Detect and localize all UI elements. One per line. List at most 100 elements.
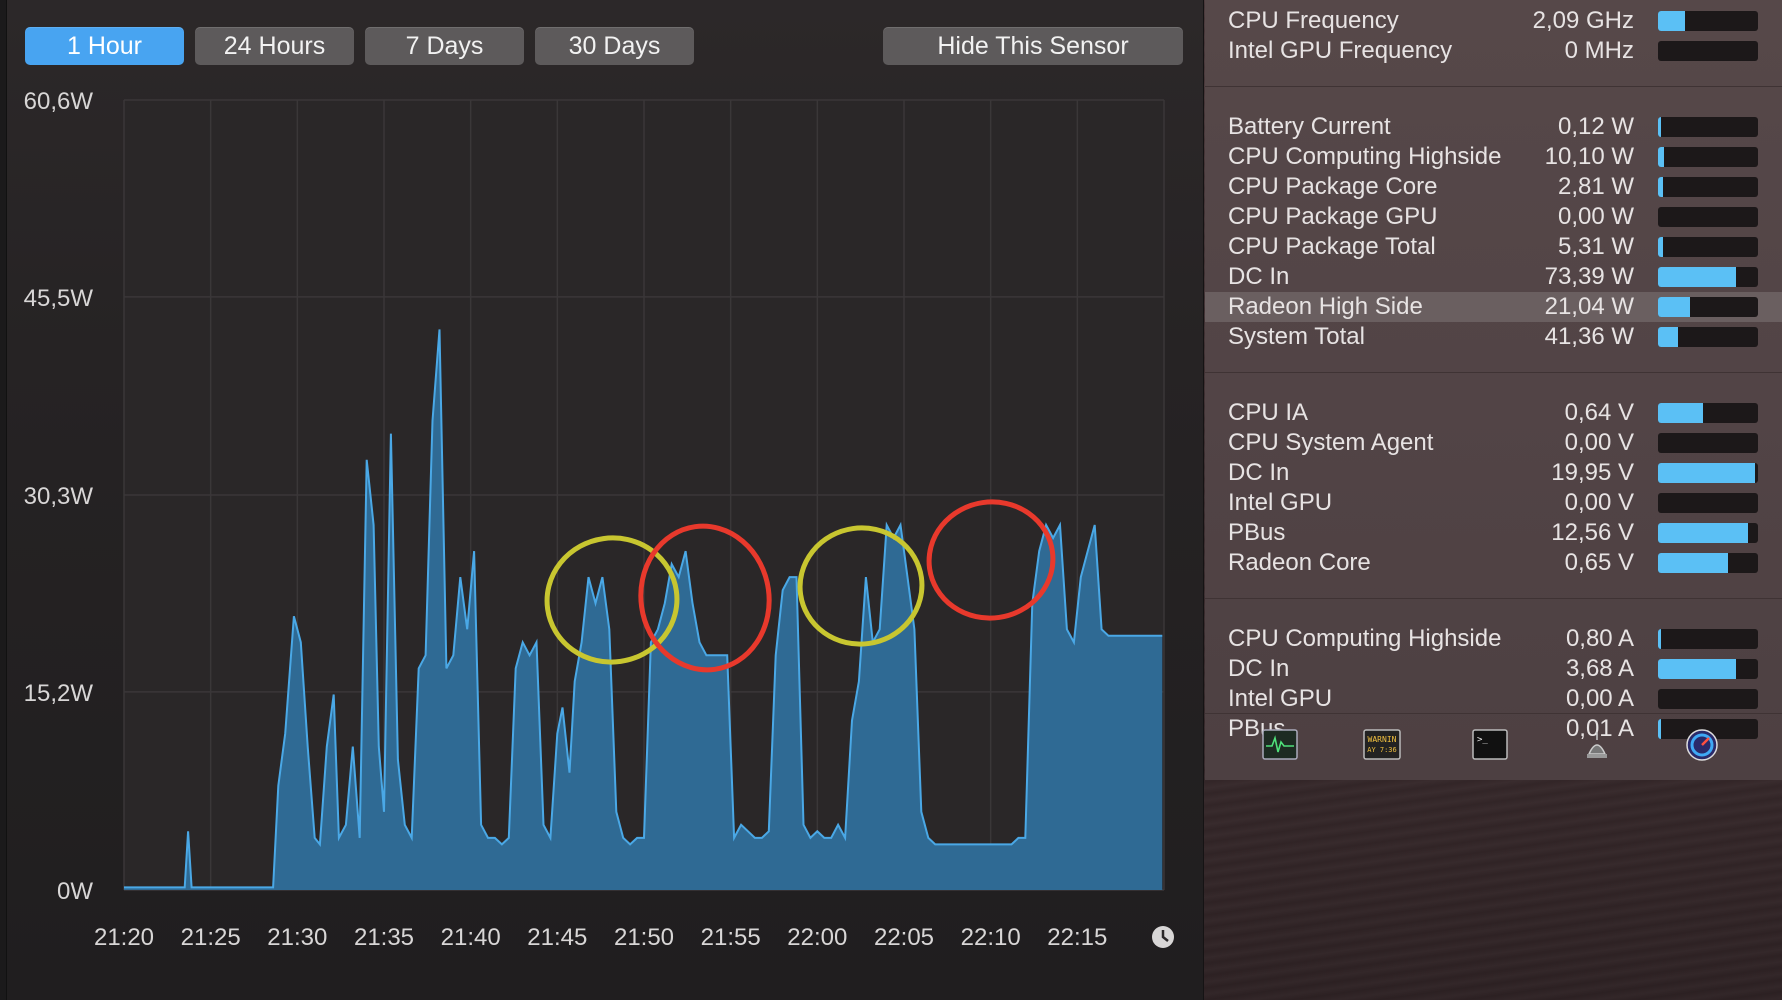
sensor-level-bar	[1658, 403, 1758, 423]
sensor-row-pbus[interactable]: PBus 12,56 V	[1205, 518, 1782, 548]
istat-menus-icon[interactable]	[1684, 728, 1720, 762]
sensor-row-radeon-high-side[interactable]: Radeon High Side 21,04 W	[1205, 292, 1782, 322]
activity-monitor-icon[interactable]	[1262, 728, 1298, 762]
clock-icon[interactable]	[1152, 926, 1174, 948]
x-tick-label: 22:00	[787, 924, 847, 951]
sensor-value: 0,00 W	[1557, 203, 1634, 230]
sensor-level-fill	[1658, 553, 1728, 573]
sensor-row-cpu-package-core[interactable]: CPU Package Core 2,81 W	[1205, 172, 1782, 202]
sensor-level-fill	[1658, 403, 1703, 423]
sensor-label: Intel GPU Frequency	[1228, 37, 1453, 64]
sensor-value: 0,64 V	[1564, 399, 1634, 426]
sensor-value: 0,12 W	[1557, 113, 1634, 140]
sensor-level-bar	[1658, 41, 1758, 61]
sensor-icon[interactable]	[1579, 728, 1615, 762]
sensor-row-battery-current[interactable]: Battery Current 0,12 W	[1205, 112, 1782, 142]
terminal-icon-prompt: >_	[1477, 735, 1488, 745]
console-icon[interactable]: WARNIN AY 7:36	[1363, 728, 1401, 762]
sensor-level-bar	[1658, 297, 1758, 317]
sensor-label: DC In	[1228, 263, 1290, 290]
sensor-value: 12,56 V	[1551, 519, 1634, 546]
sensor-level-bar	[1658, 177, 1758, 197]
console-icon-text-bottom: AY 7:36	[1367, 746, 1397, 754]
sensor-label: DC In	[1228, 459, 1290, 486]
sensor-row-dc-in[interactable]: DC In 19,95 V	[1205, 458, 1782, 488]
sensor-row-cpu-computing-highside[interactable]: CPU Computing Highside 10,10 W	[1205, 142, 1782, 172]
sensor-level-bar	[1658, 659, 1758, 679]
sensor-label: CPU IA	[1228, 399, 1309, 426]
sensor-label: CPU Computing Highside	[1228, 143, 1502, 170]
group-separator	[1205, 598, 1782, 599]
sensor-label: Battery Current	[1228, 113, 1391, 140]
sensor-value: 0,65 V	[1564, 549, 1634, 576]
sensor-row-cpu-computing-highside[interactable]: CPU Computing Highside 0,80 A	[1205, 624, 1782, 654]
x-tick-label: 21:35	[354, 924, 414, 951]
sensor-row-intel-gpu[interactable]: Intel GPU 0,00 A	[1205, 684, 1782, 714]
sensor-level-fill	[1658, 523, 1748, 543]
sensor-row-radeon-core[interactable]: Radeon Core 0,65 V	[1205, 548, 1782, 578]
sensor-row-cpu-system-agent[interactable]: CPU System Agent 0,00 V	[1205, 428, 1782, 458]
sensor-label: CPU Package Core	[1228, 173, 1438, 200]
sensor-value: 41,36 W	[1544, 323, 1634, 350]
sensor-label: Radeon High Side	[1228, 293, 1423, 320]
sensor-level-bar	[1658, 523, 1758, 543]
y-tick-label: 0W	[57, 878, 93, 905]
x-tick-label: 22:15	[1047, 924, 1107, 951]
sensor-row-dc-in[interactable]: DC In 3,68 A	[1205, 654, 1782, 684]
panel-toolbar: WARNIN AY 7:36 >_	[1205, 713, 1782, 781]
sensor-label: Intel GPU	[1228, 489, 1333, 516]
sensor-level-bar	[1658, 147, 1758, 167]
power-history-chart: 60,6W 45,5W 30,3W 15,2W 0W21:20 21:25 21:30 21:…	[24, 88, 1174, 951]
x-tick-label: 21:45	[527, 924, 587, 951]
sensor-value: 0,00 A	[1565, 685, 1634, 712]
sensor-level-bar	[1658, 689, 1758, 709]
group-separator	[1205, 372, 1782, 373]
console-icon-text-top: WARNIN	[1368, 735, 1397, 744]
sensor-label: DC In	[1228, 655, 1290, 682]
sensor-value: 21,04 W	[1544, 293, 1634, 320]
sensor-row-intel-gpu-frequency[interactable]: Intel GPU Frequency 0 MHz	[1205, 36, 1782, 66]
sensor-level-bar	[1658, 463, 1758, 483]
sensor-row-cpu-package-gpu[interactable]: CPU Package GPU 0,00 W	[1205, 202, 1782, 232]
sensor-level-fill	[1658, 327, 1678, 347]
sensor-level-fill	[1658, 177, 1663, 197]
sensor-level-bar	[1658, 327, 1758, 347]
x-tick-label: 21:40	[441, 924, 501, 951]
x-tick-label: 21:20	[94, 924, 154, 951]
sensor-value: 10,10 W	[1544, 143, 1634, 170]
sensor-level-fill	[1658, 237, 1663, 257]
sensor-level-fill	[1658, 11, 1685, 31]
sensor-label: PBus	[1228, 519, 1286, 546]
sensor-level-bar	[1658, 267, 1758, 287]
sensor-value: 2,09 GHz	[1532, 7, 1634, 34]
y-tick-label: 45,5W	[24, 285, 94, 312]
sensor-row-dc-in[interactable]: DC In 73,39 W	[1205, 262, 1782, 292]
sensor-level-bar	[1658, 629, 1758, 649]
x-tick-label: 21:25	[181, 924, 241, 951]
sensor-value: 19,95 V	[1551, 459, 1634, 486]
sensor-level-fill	[1658, 463, 1755, 483]
terminal-icon[interactable]: >_	[1472, 728, 1508, 762]
sensor-label: Intel GPU	[1228, 685, 1333, 712]
sensor-level-bar	[1658, 11, 1758, 31]
sensor-list-panel: CPU Frequency 2,09 GHz Intel GPU Frequency…	[1205, 0, 1782, 780]
sensor-row-intel-gpu[interactable]: Intel GPU 0,00 V	[1205, 488, 1782, 518]
sensor-value: 0,80 A	[1565, 625, 1634, 652]
sensor-row-system-total[interactable]: System Total 41,36 W	[1205, 322, 1782, 352]
sensor-row-cpu-ia[interactable]: CPU IA 0,64 V	[1205, 398, 1782, 428]
sensor-level-fill	[1658, 297, 1690, 317]
sensor-level-bar	[1658, 493, 1758, 513]
y-tick-label: 30,3W	[24, 483, 94, 510]
sensor-label: System Total	[1228, 323, 1365, 350]
x-tick-label: 22:10	[961, 924, 1021, 951]
sensor-label: CPU Computing Highside	[1228, 625, 1502, 652]
sensor-level-fill	[1658, 117, 1661, 137]
sensor-label: CPU System Agent	[1228, 429, 1434, 456]
sensor-row-cpu-package-total[interactable]: CPU Package Total 5,31 W	[1205, 232, 1782, 262]
sensor-value: 2,81 W	[1557, 173, 1634, 200]
sensor-value: 0 MHz	[1564, 37, 1634, 64]
sensor-label: CPU Package Total	[1228, 233, 1436, 260]
sensor-label: CPU Package GPU	[1228, 203, 1438, 230]
sensor-level-bar	[1658, 433, 1758, 453]
sensor-row-cpu-frequency[interactable]: CPU Frequency 2,09 GHz	[1205, 6, 1782, 36]
